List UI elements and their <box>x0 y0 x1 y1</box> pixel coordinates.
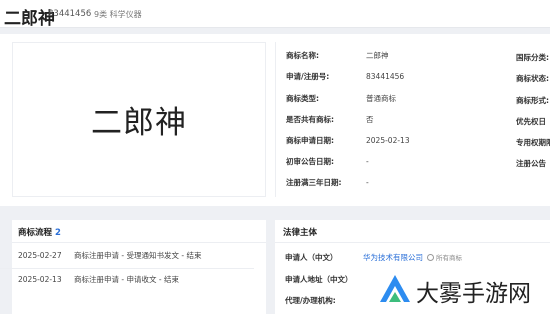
address-label: 申请人地址（中文） <box>285 275 353 284</box>
clock-icon <box>427 254 434 261</box>
all-marks-link[interactable]: 所有商标 <box>427 254 462 262</box>
exclusive-term-label: 专用权期限 <box>516 138 550 147</box>
flow-text: 商标注册申请 - 申请收文 - 结束 <box>74 275 179 284</box>
info-label: 商标类型: <box>286 94 319 103</box>
intl-class-label: 国际分类: <box>516 53 549 62</box>
trademark-info-card: 二郎神 商标名称: 二郎神 申请/注册号: 83441456 商标类型: 普通商… <box>0 34 550 206</box>
flow-item[interactable]: 2025-02-13 商标注册申请 - 申请收文 - 结束 <box>18 274 179 286</box>
reg-announce-label: 注册公告 <box>516 159 546 168</box>
info-value: - <box>366 157 369 166</box>
flow-date: 2025-02-13 <box>18 275 62 284</box>
status-label: 商标状态: <box>516 74 549 83</box>
info-value: 否 <box>366 115 374 124</box>
address-row: 申请人地址（中文） <box>285 274 363 286</box>
applicant-row: 申请人（中文） 华为技术有限公司 所有商标 <box>285 252 462 264</box>
priority-date-label: 优先权日 <box>516 117 546 126</box>
info-value: 二郎神 <box>366 51 389 60</box>
page-header: 二郎神 83441456 9类 科学仪器 <box>0 0 550 29</box>
info-label: 商标申请日期: <box>286 136 334 145</box>
info-label: 注册满三年日期: <box>286 178 342 187</box>
info-value: 2025-02-13 <box>366 136 410 145</box>
flow-text: 商标注册申请 - 受理通知书发文 - 结束 <box>74 251 202 260</box>
class-label: 9类 科学仪器 <box>94 10 142 19</box>
flow-item[interactable]: 2025-02-27 商标注册申请 - 受理通知书发文 - 结束 <box>18 250 201 262</box>
watermark-logo-icon <box>380 275 410 302</box>
watermark-text: 大雾手游网 <box>416 281 531 307</box>
info-label: 初审公告日期: <box>286 157 334 166</box>
divider <box>275 42 276 197</box>
divider <box>12 242 266 243</box>
info-label: 是否共有商标: <box>286 115 334 124</box>
all-marks-label: 所有商标 <box>436 254 462 262</box>
divider <box>0 268 254 269</box>
flow-date: 2025-02-27 <box>18 251 62 260</box>
applicant-link[interactable]: 华为技术有限公司 <box>363 253 423 262</box>
flow-title-text: 商标流程 <box>18 228 53 238</box>
info-value: 83441456 <box>366 72 405 81</box>
trademark-flow-card: 商标流程 2 2025-02-27 商标注册申请 - 受理通知书发文 - 结束 20… <box>12 220 266 314</box>
flow-count: 2 <box>55 228 61 238</box>
info-value: - <box>366 178 369 187</box>
form-label: 商标形式: <box>516 96 549 105</box>
legal-title: 法律主体 <box>283 228 318 238</box>
agent-row: 代理/办理机构: <box>285 295 363 307</box>
agent-label: 代理/办理机构: <box>285 296 336 305</box>
info-value: 普通商标 <box>366 94 396 103</box>
registration-number: 83441456 <box>48 9 92 19</box>
divider <box>275 242 550 243</box>
site-watermark: 大雾手游网 <box>372 266 550 314</box>
trademark-image-text: 二郎神 <box>91 105 187 141</box>
applicant-label: 申请人（中文） <box>285 253 338 262</box>
info-label: 申请/注册号: <box>286 72 330 81</box>
flow-title: 商标流程 2 <box>18 226 61 238</box>
info-label: 商标名称: <box>286 51 319 60</box>
trademark-image[interactable]: 二郎神 <box>12 42 266 197</box>
